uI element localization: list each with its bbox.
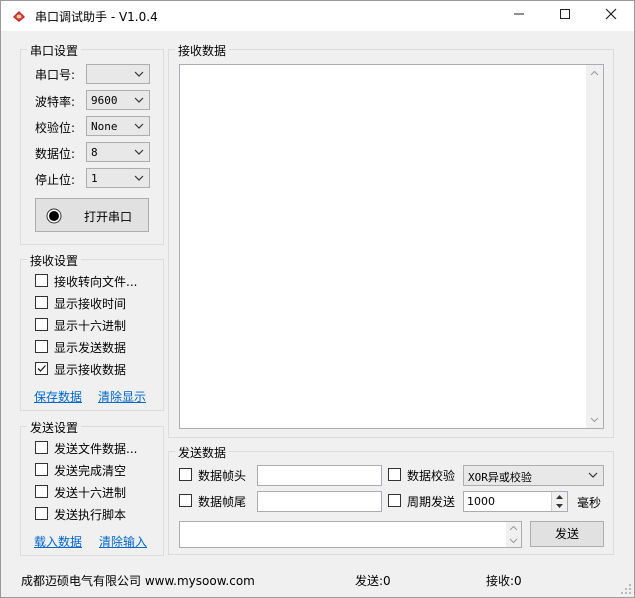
option-label: 接收转向文件... [54, 275, 138, 289]
clear-input-link[interactable]: 清除输入 [99, 533, 147, 550]
databits-label: 数据位: [35, 147, 76, 161]
checkbox[interactable] [179, 494, 192, 507]
clear-display-link[interactable]: 清除显示 [98, 388, 146, 405]
app-icon [13, 11, 25, 22]
scroll-down-icon[interactable] [590, 415, 599, 424]
title-bar[interactable]: 串口调试助手 - V1.0.4 [1, 1, 634, 31]
baud-select[interactable]: 9600 [86, 90, 150, 110]
parity-label: 校验位: [35, 121, 76, 135]
scroll-down-icon[interactable] [509, 536, 518, 545]
option-label: 发送文件数据... [54, 442, 138, 456]
port-status-icon [46, 208, 62, 224]
checkbox[interactable] [35, 340, 48, 353]
option-label: 显示接收数据 [54, 363, 127, 377]
close-button[interactable] [588, 1, 634, 31]
checksum-select[interactable]: XOR异或校验 [463, 465, 604, 486]
save-data-link[interactable]: 保存数据 [34, 388, 82, 405]
minimize-icon [514, 13, 524, 15]
close-icon [605, 8, 617, 20]
receive-textarea[interactable] [179, 64, 604, 429]
frame-head-input[interactable] [257, 465, 382, 486]
period-unit: 毫秒 [577, 496, 602, 510]
chevron-down-icon [134, 175, 144, 181]
port-select[interactable] [86, 64, 150, 84]
checkbox[interactable] [35, 274, 48, 287]
option-label: 发送执行脚本 [54, 508, 127, 522]
send-data-title: 发送数据 [175, 444, 230, 461]
option-label: 数据帧尾 [198, 495, 247, 509]
checkbox[interactable] [35, 463, 48, 476]
checkbox[interactable] [35, 318, 48, 331]
baud-label: 波特率: [35, 95, 76, 109]
load-data-link[interactable]: 载入数据 [34, 533, 82, 550]
option-label: 显示十六进制 [54, 319, 127, 333]
open-port-label: 打开串口 [84, 210, 133, 224]
chevron-down-icon [134, 97, 144, 103]
window-title: 串口调试助手 - V1.0.4 [35, 10, 158, 24]
option-label: 周期发送 [407, 495, 456, 509]
checkbox[interactable] [35, 507, 48, 520]
stopbits-select[interactable]: 1 [86, 168, 150, 188]
checkmark-icon [37, 365, 46, 372]
minimize-button[interactable] [496, 1, 542, 31]
scroll-up-icon[interactable] [590, 69, 599, 78]
baud-value: 9600 [91, 94, 118, 107]
frame-tail-input[interactable] [257, 491, 382, 512]
received-count: 接收:0 [486, 574, 522, 588]
parity-select[interactable]: None [86, 116, 150, 136]
chevron-down-icon [134, 71, 144, 77]
option-label: 发送完成清空 [54, 464, 127, 478]
chevron-down-icon [588, 472, 598, 478]
checkbox[interactable] [179, 468, 192, 481]
maximize-icon [560, 9, 570, 19]
option-label: 发送十六进制 [54, 486, 127, 500]
stopbits-label: 停止位: [35, 173, 76, 187]
checkbox-checked[interactable] [35, 362, 48, 375]
option-label: 显示接收时间 [54, 297, 127, 311]
chevron-down-icon [134, 149, 144, 155]
company-text: 成都迈硕电气有限公司 www.mysoow.com [21, 574, 255, 588]
spin-up-icon[interactable] [555, 493, 564, 501]
checkbox[interactable] [35, 485, 48, 498]
checkbox[interactable] [35, 441, 48, 454]
app-window: 串口调试助手 - V1.0.4 串口设置 串口号: 波特率: 9600 校验位:… [0, 0, 635, 598]
receive-scrollbar[interactable] [586, 65, 603, 428]
period-spinner[interactable] [551, 492, 567, 511]
serial-settings-title: 串口设置 [27, 42, 82, 59]
scroll-up-icon[interactable] [509, 524, 518, 533]
period-input[interactable]: 1000 [463, 491, 568, 512]
send-settings-title: 发送设置 [27, 419, 82, 436]
parity-value: None [91, 120, 118, 133]
spin-down-icon[interactable] [555, 502, 564, 510]
receive-data-title: 接收数据 [175, 42, 230, 59]
checksum-value: XOR异或校验 [468, 471, 532, 484]
option-label: 数据校验 [407, 469, 456, 483]
checkbox[interactable] [388, 494, 401, 507]
open-port-button[interactable]: 打开串口 [35, 198, 149, 232]
databits-value: 8 [91, 146, 98, 159]
option-label: 数据帧头 [198, 469, 247, 483]
send-input-scrollbar[interactable] [506, 522, 521, 547]
send-input[interactable] [179, 521, 522, 548]
sent-count: 发送:0 [355, 574, 391, 588]
checkbox[interactable] [35, 296, 48, 309]
send-button[interactable]: 发送 [530, 521, 604, 547]
period-value: 1000 [467, 495, 495, 508]
port-label: 串口号: [35, 68, 76, 82]
databits-select[interactable]: 8 [86, 142, 150, 162]
chevron-down-icon [134, 123, 144, 129]
receive-settings-title: 接收设置 [27, 252, 82, 269]
stopbits-value: 1 [91, 172, 98, 185]
option-label: 显示发送数据 [54, 341, 127, 355]
checkbox[interactable] [388, 468, 401, 481]
resize-grip-icon[interactable] [620, 583, 632, 595]
maximize-button[interactable] [542, 1, 588, 31]
